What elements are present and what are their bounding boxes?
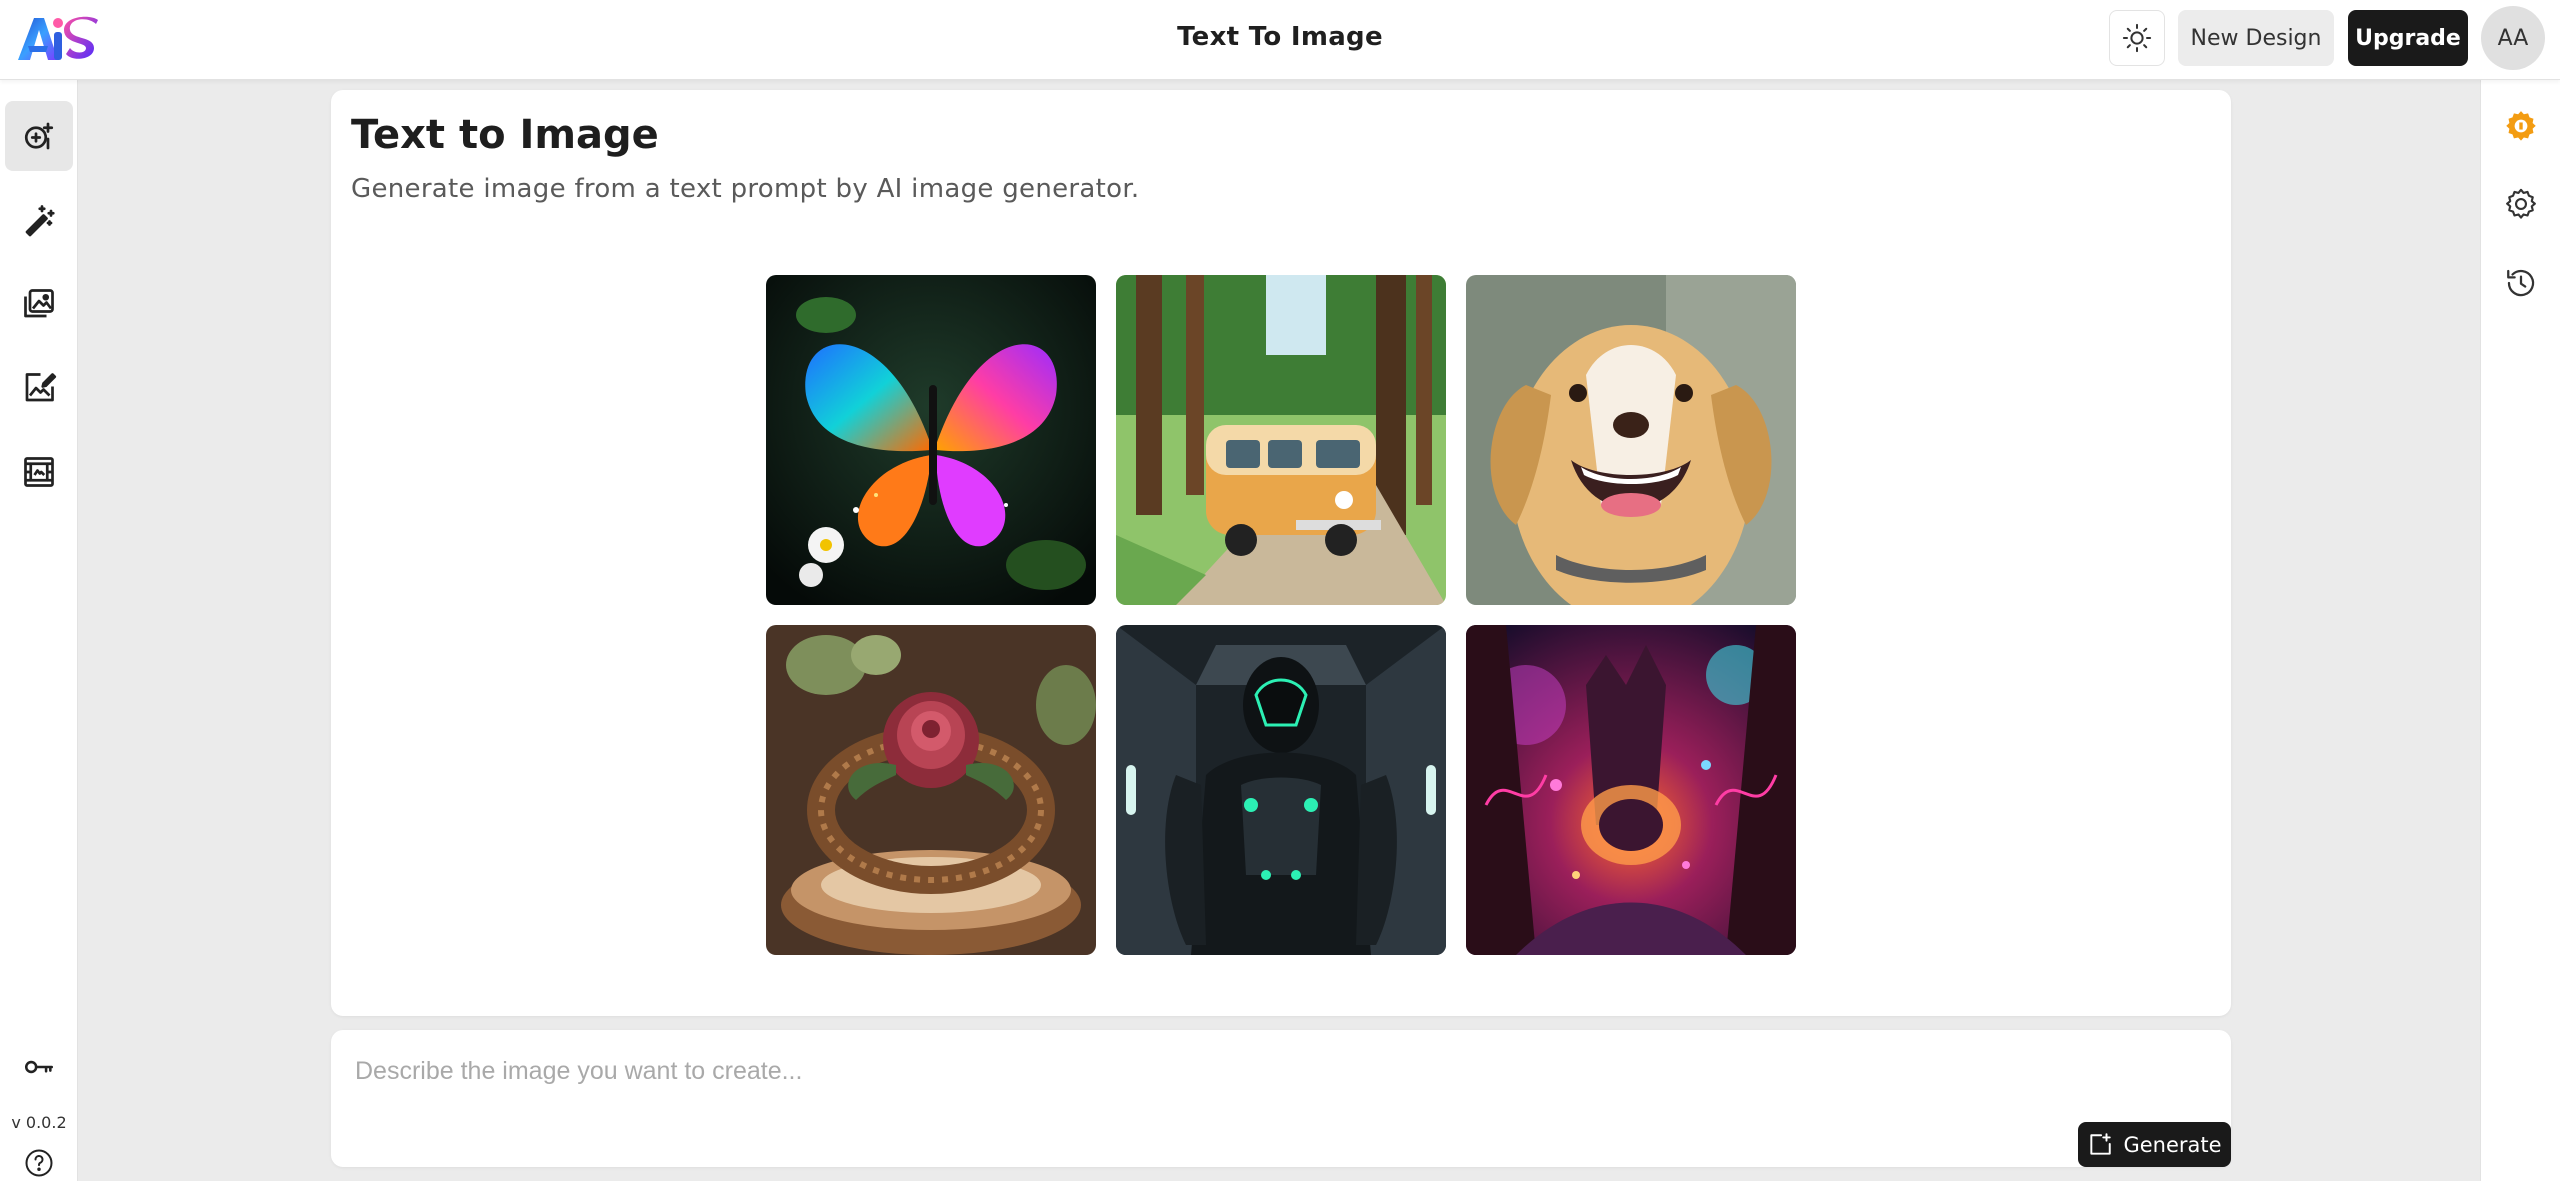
sidebar-item-frame[interactable] bbox=[5, 437, 73, 507]
user-avatar[interactable]: AA bbox=[2481, 6, 2545, 70]
new-design-button[interactable]: New Design bbox=[2178, 10, 2334, 66]
settings-button[interactable] bbox=[2501, 184, 2541, 224]
robot-image bbox=[1116, 625, 1446, 955]
vw-van-image bbox=[1116, 275, 1446, 605]
sun-icon bbox=[2122, 23, 2152, 53]
history-icon bbox=[2507, 269, 2535, 297]
main-card: Text to Image Generate image from a text… bbox=[331, 90, 2231, 1016]
theme-toggle-button[interactable] bbox=[2109, 10, 2165, 66]
help-icon bbox=[25, 1149, 53, 1177]
gallery-image-dog[interactable] bbox=[1466, 275, 1796, 605]
right-sidebar bbox=[2480, 80, 2560, 1181]
app-title: Text To Image bbox=[1177, 22, 1383, 52]
generate-button[interactable]: Generate bbox=[2078, 1122, 2231, 1167]
sidebar-item-image-edit[interactable] bbox=[5, 353, 73, 423]
gallery-image-rose-ring[interactable] bbox=[766, 625, 1096, 955]
frame-icon bbox=[24, 457, 54, 487]
app-version: v 0.0.2 bbox=[11, 1113, 67, 1132]
gallery-image-van[interactable] bbox=[1116, 275, 1446, 605]
history-button[interactable] bbox=[2501, 263, 2541, 303]
prompt-card: Generate bbox=[331, 1030, 2231, 1167]
credits-gear-icon bbox=[2506, 111, 2536, 141]
sidebar-item-magic-edit[interactable] bbox=[5, 185, 73, 255]
fantasy-forest-image bbox=[1466, 625, 1796, 955]
settings-icon bbox=[2506, 188, 2536, 219]
left-sidebar: v 0.0.2 bbox=[0, 80, 78, 1181]
upgrade-button[interactable]: Upgrade bbox=[2348, 10, 2468, 66]
top-bar: Text To Image New Design Upgrade AA bbox=[0, 0, 2560, 80]
rose-ring-image bbox=[766, 625, 1096, 955]
magic-wand-icon bbox=[25, 205, 55, 237]
gallery-image-fantasy[interactable] bbox=[1466, 625, 1796, 955]
image-gallery-icon bbox=[24, 289, 54, 318]
page-subtitle: Generate image from a text prompt by AI … bbox=[351, 174, 1140, 204]
sidebar-item-text-to-image[interactable] bbox=[5, 101, 73, 171]
key-icon bbox=[24, 1060, 54, 1074]
gallery-image-robot[interactable] bbox=[1116, 625, 1446, 955]
prompt-input[interactable] bbox=[355, 1046, 2055, 1096]
gallery-image-butterfly[interactable] bbox=[766, 275, 1096, 605]
butterfly-image bbox=[766, 275, 1096, 605]
page-title: Text to Image bbox=[351, 112, 659, 158]
credits-button[interactable] bbox=[2501, 106, 2541, 146]
text-to-image-icon bbox=[24, 122, 54, 150]
image-edit-icon bbox=[25, 373, 57, 402]
help-button[interactable] bbox=[5, 1138, 73, 1181]
generate-icon bbox=[2090, 1132, 2112, 1155]
generate-label: Generate bbox=[2123, 1132, 2222, 1157]
api-key-button[interactable] bbox=[5, 1042, 73, 1092]
dog-image bbox=[1466, 275, 1796, 605]
sidebar-item-gallery[interactable] bbox=[5, 269, 73, 339]
